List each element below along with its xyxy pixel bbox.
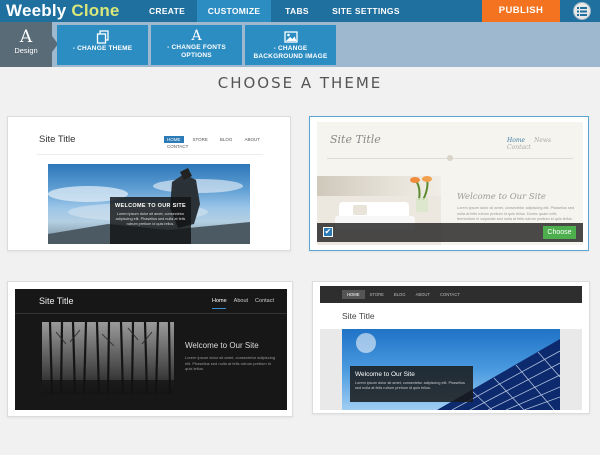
theme-4-nav-item: ABOUT (415, 292, 430, 297)
copy-icon (57, 30, 148, 44)
theme-1-nav-item: HOME (164, 136, 184, 143)
theme-3-nav-underline (212, 308, 226, 309)
design-font-icon: A (19, 27, 33, 47)
theme-3-nav-item: About (233, 298, 249, 304)
theme-4-nav-item: BLOG (393, 292, 406, 297)
theme-2-site-title: Site Title (330, 133, 381, 146)
tab-create[interactable]: CREATE (138, 0, 196, 22)
theme-2-nav-item: News (534, 137, 552, 144)
design-tab-label: Design (14, 46, 38, 55)
theme-1-hero-box: WELCOME TO OUR SITE Lorem ipsum dolor si… (110, 197, 191, 244)
change-background-button[interactable]: - CHANGE BACKGROUND IMAGE (245, 25, 336, 65)
page-title: CHOOSE A THEME (217, 74, 383, 92)
theme-1-hero-body: Lorem ipsum dolor sit amet, consectetur … (115, 212, 186, 226)
font-icon: A (191, 28, 202, 44)
tab-customize[interactable]: CUSTOMIZE (197, 0, 271, 22)
theme-2-nav: Home NewsContact (507, 137, 583, 151)
theme-4-nav-item: HOME (342, 290, 365, 299)
theme-3-nav-item: Home (212, 298, 227, 304)
theme-designer-app: Weebly Clone CREATE CUSTOMIZE TABS SITE … (0, 0, 600, 455)
change-fonts-label: - CHANGE FONTS OPTIONS (167, 44, 226, 59)
list-menu-icon[interactable] (573, 2, 591, 20)
theme-card-3[interactable]: Site Title Home About Contact Welcome to… (7, 281, 293, 417)
theme-4-welcome-heading: Welcome to Our Site (355, 371, 415, 378)
theme-1-hero-heading: WELCOME TO OUR SITE (115, 203, 186, 209)
change-theme-label: - CHANGE THEME (72, 45, 133, 52)
change-fonts-button[interactable]: A - CHANGE FONTS OPTIONS (151, 25, 242, 65)
theme-1-nav-item: STORE (192, 137, 208, 142)
theme-card-1[interactable]: Site Title HOME STORE BLOG ABOUT CONTACT WEL… (7, 116, 291, 251)
theme-3-site-title: Site Title (39, 296, 74, 306)
design-tab[interactable]: A Design (0, 22, 52, 67)
theme-4-hero-box: Welcome to Our Site Lorem ipsum dolor si… (350, 366, 473, 402)
theme-2-divider-dot (447, 155, 453, 161)
theme-2-body-text: Lorem ipsum dolor sit amet, consectetur … (457, 206, 575, 221)
theme-3-nav: Home About Contact (212, 298, 281, 304)
theme-2-nav-item: Contact (507, 144, 531, 151)
theme-3-nav-item: Contact (255, 298, 275, 304)
theme-2-nav-item: Home (507, 137, 526, 144)
theme-3-hero-image (42, 322, 174, 394)
theme-1-nav: HOME STORE BLOG ABOUT CONTACT (164, 136, 288, 150)
theme-1-divider (37, 154, 263, 155)
tab-tabs[interactable]: TABS (272, 0, 322, 22)
selected-check-icon: ✔ (323, 227, 333, 237)
publish-button[interactable]: PUBLISH (482, 0, 560, 22)
theme-3-preview: Site Title Home About Contact Welcome to… (15, 289, 287, 410)
theme-4-body-text: Lorem ipsum dolor sit amet, consectetur … (355, 381, 465, 390)
theme-1-nav-item: CONTACT (167, 144, 189, 149)
theme-card-2[interactable]: Site Title Home NewsContact Welcome to O… (309, 116, 589, 251)
logo-primary-text: Weebly (6, 1, 67, 20)
theme-2-selection-bar: ✔ Choose (317, 223, 583, 242)
theme-4-nav-item: STORE (369, 292, 384, 297)
theme-3-welcome-heading: Welcome to Our Site (185, 341, 259, 350)
theme-1-nav-item: BLOG (219, 137, 233, 142)
theme-1-site-title: Site Title (39, 134, 76, 145)
theme-1-preview: Site Title HOME STORE BLOG ABOUT CONTACT WEL… (12, 121, 288, 248)
theme-1-nav-item: ABOUT (244, 137, 260, 142)
theme-4-nav: HOME STORE BLOG ABOUT CONTACT (342, 290, 465, 299)
image-icon (245, 30, 336, 44)
theme-4-site-title: Site Title (342, 311, 375, 321)
theme-2-welcome-heading: Welcome to Our Site (457, 192, 546, 202)
app-logo[interactable]: Weebly Clone (6, 1, 120, 21)
theme-4-nav-item: CONTACT (440, 292, 460, 297)
logo-secondary-text: Clone (71, 1, 120, 20)
top-nav-bar: Weebly Clone CREATE CUSTOMIZE TABS SITE … (0, 0, 600, 22)
change-theme-button[interactable]: - CHANGE THEME (57, 25, 148, 65)
change-background-label: - CHANGE BACKGROUND IMAGE (253, 45, 328, 60)
theme-3-divider (15, 313, 287, 314)
choose-theme-button[interactable]: Choose (543, 226, 576, 239)
theme-4-preview: HOME STORE BLOG ABOUT CONTACT Site Title (320, 286, 582, 410)
theme-3-body-text: Lorem ipsum dolor sit amet, consectetur … (185, 355, 276, 371)
theme-card-4[interactable]: HOME STORE BLOG ABOUT CONTACT Site Title (312, 281, 590, 414)
tab-site-settings[interactable]: SITE SETTINGS (324, 0, 408, 22)
